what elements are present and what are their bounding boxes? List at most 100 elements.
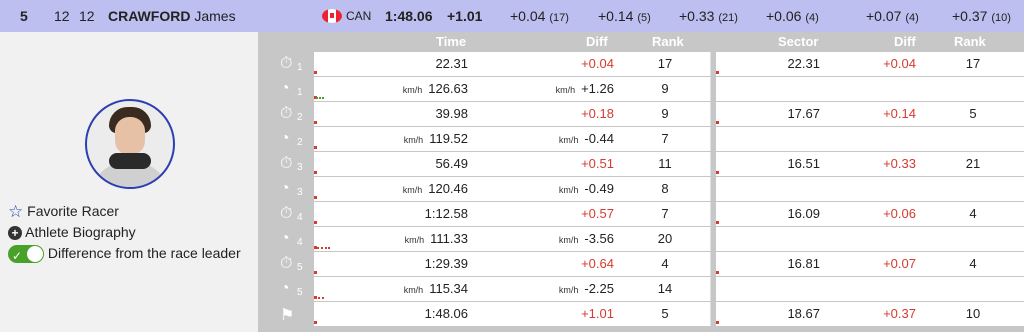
rank-value: 4 [661,256,669,271]
sector-diff-cell: +0.07 [826,252,923,276]
time-cell: 1:29.39 [314,252,475,276]
sector-diff-cell: +0.04 [826,52,923,76]
time-value: 1:12.58 [424,206,468,221]
table-row: ⏱ 2 39.98 +0.18 9 17.67 +0.14 5 [258,102,1024,126]
difference-label: Difference from the race leader [47,245,241,261]
rank-value: 17 [657,56,673,71]
rank-value: 11 [658,156,672,171]
rank-cell: 8 [620,177,711,201]
rank-cell: 14 [620,277,711,301]
athlete-last-name: CRAWFORD [108,8,191,24]
sector-diff-cell: +0.06 [826,202,923,226]
sector-rank-value [922,77,1024,101]
sector-diff-value: +0.06 [883,206,916,221]
sector-rank-value: 4 [969,256,977,271]
diff-cell: km/h -0.44 [474,127,621,151]
rank-value: 20 [657,231,673,246]
favorite-racer-label[interactable]: Favorite Racer [27,203,119,219]
time-value: km/h 119.52 [403,131,468,146]
rank-cell: 9 [620,77,711,101]
rank-cell: 4 [620,252,711,276]
sector-cell [716,177,827,201]
sector-cell [716,77,827,101]
delta-indicator [314,196,317,199]
time-cell: km/h 126.63 [314,77,475,101]
sector-diff-value: +0.37 [883,306,916,321]
table-row: ◔ 3 km/h 120.46 km/h -0.49 8 [258,177,1024,201]
time-value: 1:29.39 [424,256,468,271]
column-header-rank: Rank [652,34,684,49]
sector-rank-value [922,277,1024,301]
athlete-country: CAN [346,9,372,23]
table-row: ⏱ 4 1:12.58 +0.57 7 16.09 +0.06 4 [258,202,1024,226]
time-value: km/h 120.46 [402,181,468,196]
speedometer-icon: ◔ 1 [280,80,303,98]
sector-rank-value: 4 [969,206,977,221]
sector-diff-cell [826,127,923,151]
canada-flag-icon [322,9,342,23]
header-split-1: +0.04 (17) [510,8,569,24]
time-value: 39.98 [435,106,468,121]
difference-toggle[interactable]: ✓ [8,245,44,264]
sector-rank-value: 21 [965,156,981,171]
time-cell: km/h 120.46 [314,177,475,201]
time-cell: km/h 119.52 [314,127,475,151]
star-icon[interactable]: ☆ [8,202,23,222]
delta-indicator [314,121,317,124]
delta-indicator [716,121,719,124]
table-row: ◔ 5 km/h 115.34 km/h -2.25 14 [258,277,1024,301]
total-time: 1:48.06 [385,8,433,24]
athlete-name: CRAWFORD James [108,0,236,32]
delta-indicator [716,271,719,274]
rank-value: 9 [661,81,669,96]
table-row: ◔ 4 km/h 111.33 km/h -3.56 20 [258,227,1024,251]
sector-cell: 16.51 [716,152,827,176]
table-row: ◔ 2 km/h 119.52 km/h -0.44 7 [258,127,1024,151]
delta-indicator [314,146,317,149]
sector-cell [716,127,827,151]
sector-cell [716,277,827,301]
diff-cell: +0.51 [474,152,621,176]
diff-value: +0.64 [581,256,614,271]
diff-cell: km/h -3.56 [474,227,621,251]
rank-value: 9 [661,106,669,121]
delta-indicator [314,321,317,324]
table-row: ⚑ 1:48.06 +1.01 5 18.67 +0.37 10 [258,302,1024,326]
difference-option[interactable]: ✓ Difference from the race leader [8,243,241,264]
sector-diff-cell [826,227,923,251]
time-value: km/h 126.63 [402,81,468,96]
diff-cell: km/h -2.25 [474,277,621,301]
delta-indicator [316,95,324,99]
rank-value: 7 [661,131,669,146]
diff-value: km/h -0.44 [558,131,614,146]
delta-indicator [314,271,317,274]
speedometer-icon: ◔ 4 [280,230,303,248]
athlete-biography-label[interactable]: Athlete Biography [25,224,136,240]
header-split-5: +0.07 (4) [866,8,919,24]
diff-value: km/h +1.26 [555,81,614,96]
athlete-biography-option[interactable]: + Athlete Biography [8,222,136,242]
athlete-panel: ☆ Favorite Racer + Athlete Biography ✓ D… [0,32,258,332]
sector-rank-cell [922,177,1024,201]
athlete-header-bar[interactable]: 5 12 12 CRAWFORD James CAN 1:48.06 +1.01… [0,0,1024,32]
stopwatch-icon: ⏱ 5 [280,255,303,273]
column-header-sector-rank: Rank [954,34,986,49]
athlete-rank: 5 [20,8,28,24]
stopwatch-icon: ⏱ 4 [280,205,303,223]
favorite-racer-option[interactable]: ☆ Favorite Racer [8,201,119,221]
sector-rank-cell: 21 [922,152,1024,176]
diff-cell: +0.04 [474,52,621,76]
sector-rank-cell: 5 [922,102,1024,126]
sector-rank-value [922,227,1024,251]
plus-circle-icon[interactable]: + [8,226,22,241]
sector-rank-value: 17 [965,56,981,71]
speedometer-icon: ◔ 2 [280,130,303,148]
diff-value: km/h -3.56 [558,231,614,246]
time-value: km/h 111.33 [404,231,468,246]
stopwatch-icon: ⏱ 2 [280,105,303,123]
sector-diff-value: +0.07 [883,256,916,271]
table-row: ⏱ 1 22.31 +0.04 17 22.31 +0.04 17 [258,52,1024,76]
diff-value: +1.01 [581,306,614,321]
total-diff: +1.01 [447,8,483,24]
sector-diff-cell: +0.37 [826,302,923,326]
